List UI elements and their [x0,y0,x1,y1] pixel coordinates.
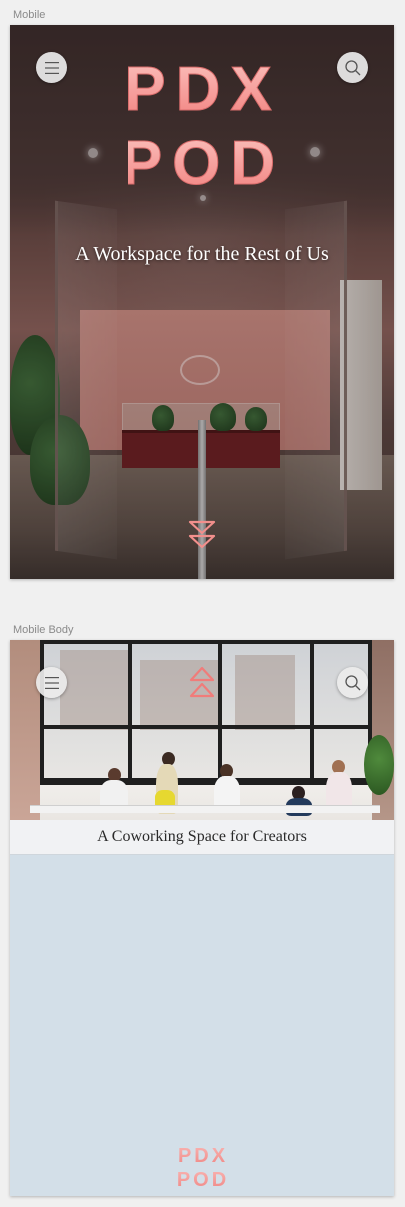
menu-button[interactable] [36,667,67,698]
menu-button[interactable] [36,52,67,83]
double-chevron-up-icon[interactable] [188,666,216,700]
photo-building [60,650,130,730]
window-mullion [218,640,222,785]
window-mullion [40,778,372,782]
artboard-label-mobile-body: Mobile Body [13,624,74,636]
window-mullion [128,640,132,785]
footer-logo-line-2: POD [178,1169,228,1190]
logo-line-1: PDX [128,55,278,124]
search-icon [344,59,360,75]
footer-logo-line-1: PDX [178,1145,228,1167]
photo-building [235,655,295,730]
hamburger-icon [44,61,59,74]
hamburger-icon [44,676,59,689]
hero-tagline: A Workspace for the Rest of Us [75,243,329,265]
body-artboard: A Coworking Space for Creators PDX POD [10,640,394,1196]
caption-band: A Coworking Space for Creators [10,820,394,855]
brand-logo: PDX POD [128,55,278,191]
search-button[interactable] [337,52,368,83]
photo-plant [364,735,394,795]
footer-brand-logo: PDX POD [178,1145,228,1190]
window-mullion [40,725,372,729]
double-chevron-down-icon[interactable] [187,519,217,551]
artboard-label-mobile: Mobile [13,9,46,21]
window-mullion [310,640,314,785]
search-icon [344,674,360,690]
hero-artboard: PDX POD A Workspace for the Rest of Us [10,25,394,579]
search-button[interactable] [337,667,368,698]
logo-line-2: POD [128,129,278,190]
section-caption: A Coworking Space for Creators [97,828,307,845]
photo-brick-wall [10,640,40,820]
photo-desk [30,805,380,813]
